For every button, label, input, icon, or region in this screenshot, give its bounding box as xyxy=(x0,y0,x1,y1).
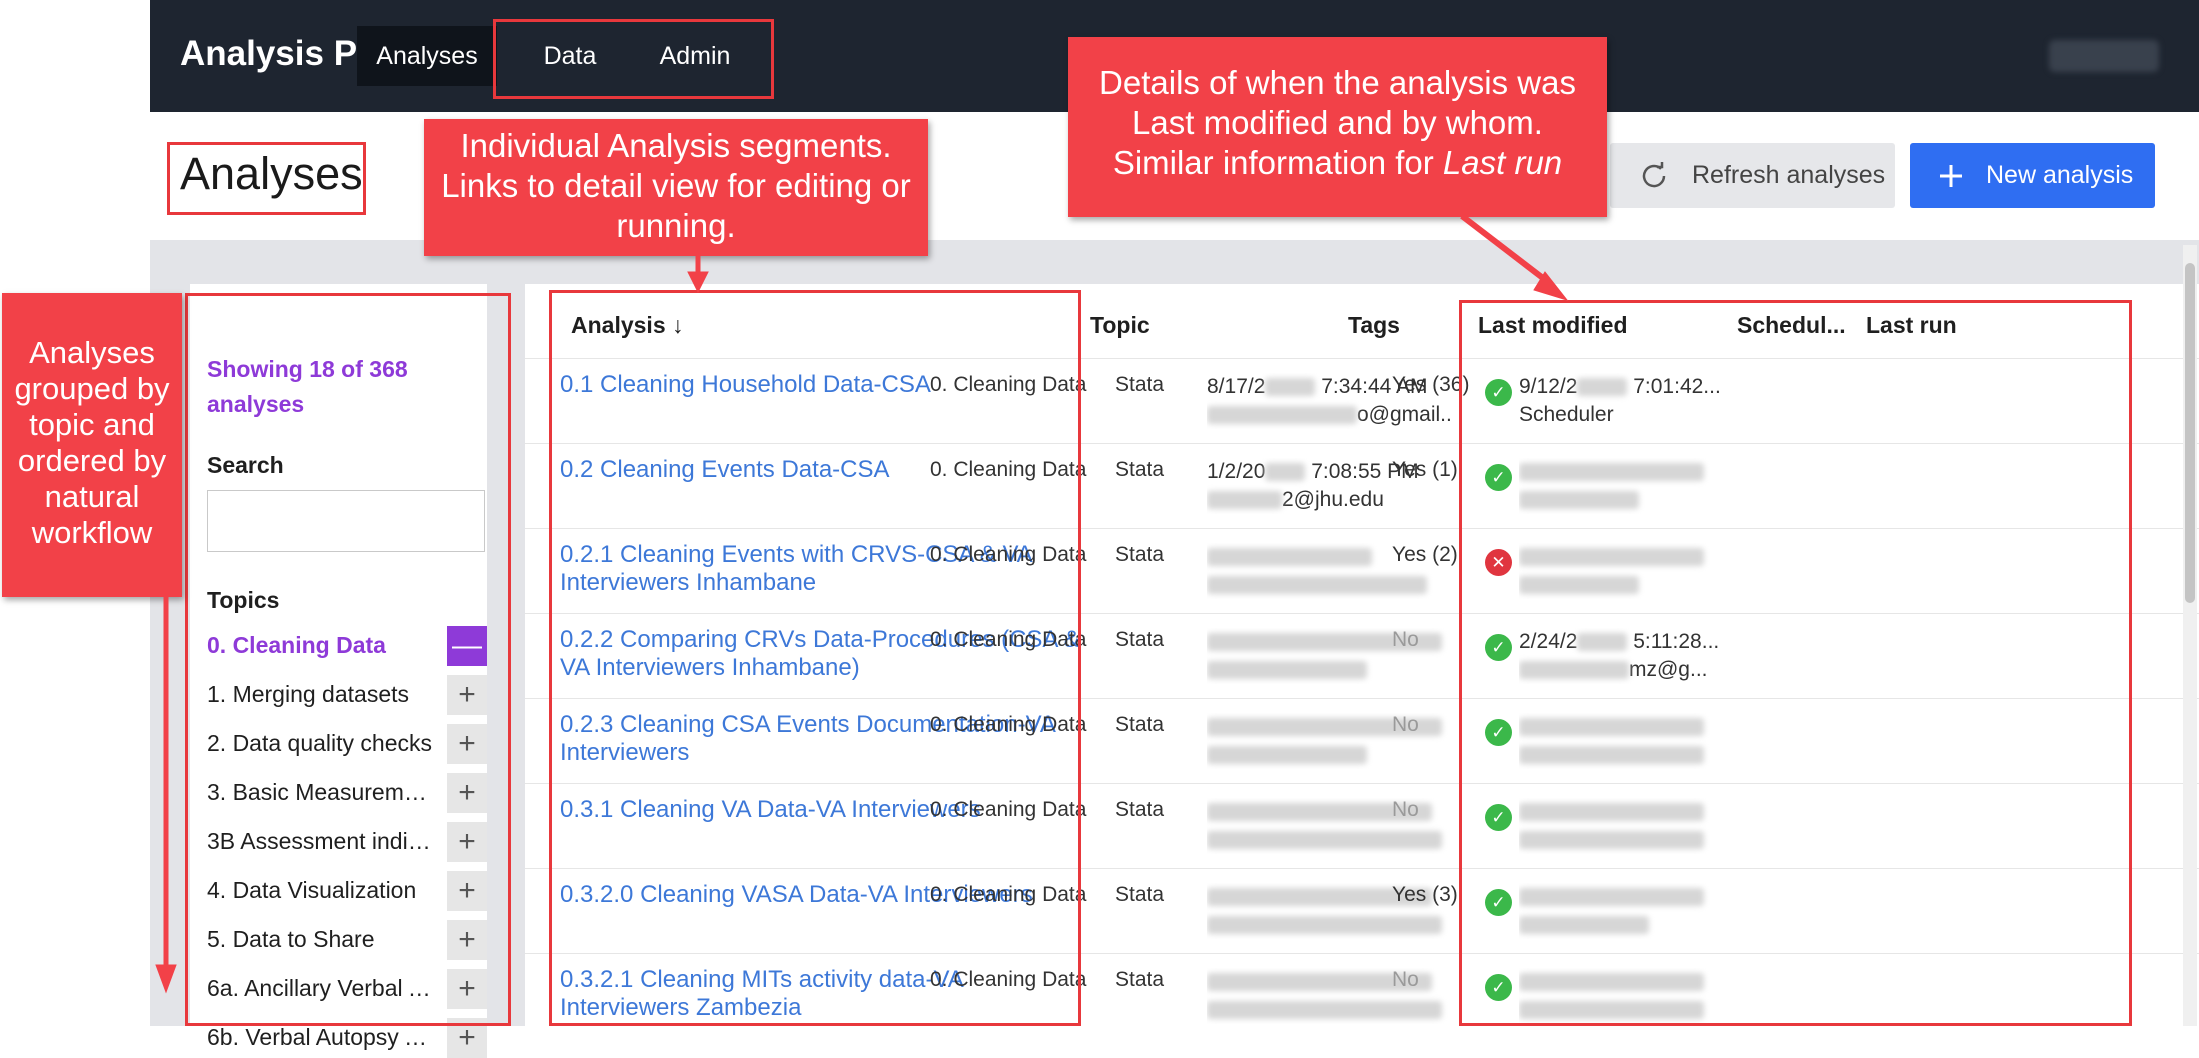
topic-label: 6b. Verbal Autopsy Analysis xyxy=(207,1024,435,1050)
arrow-grouped xyxy=(155,597,177,994)
arrow-details xyxy=(1460,213,1569,301)
arrow-segments xyxy=(687,255,709,294)
annotation-arrows xyxy=(155,213,1569,994)
